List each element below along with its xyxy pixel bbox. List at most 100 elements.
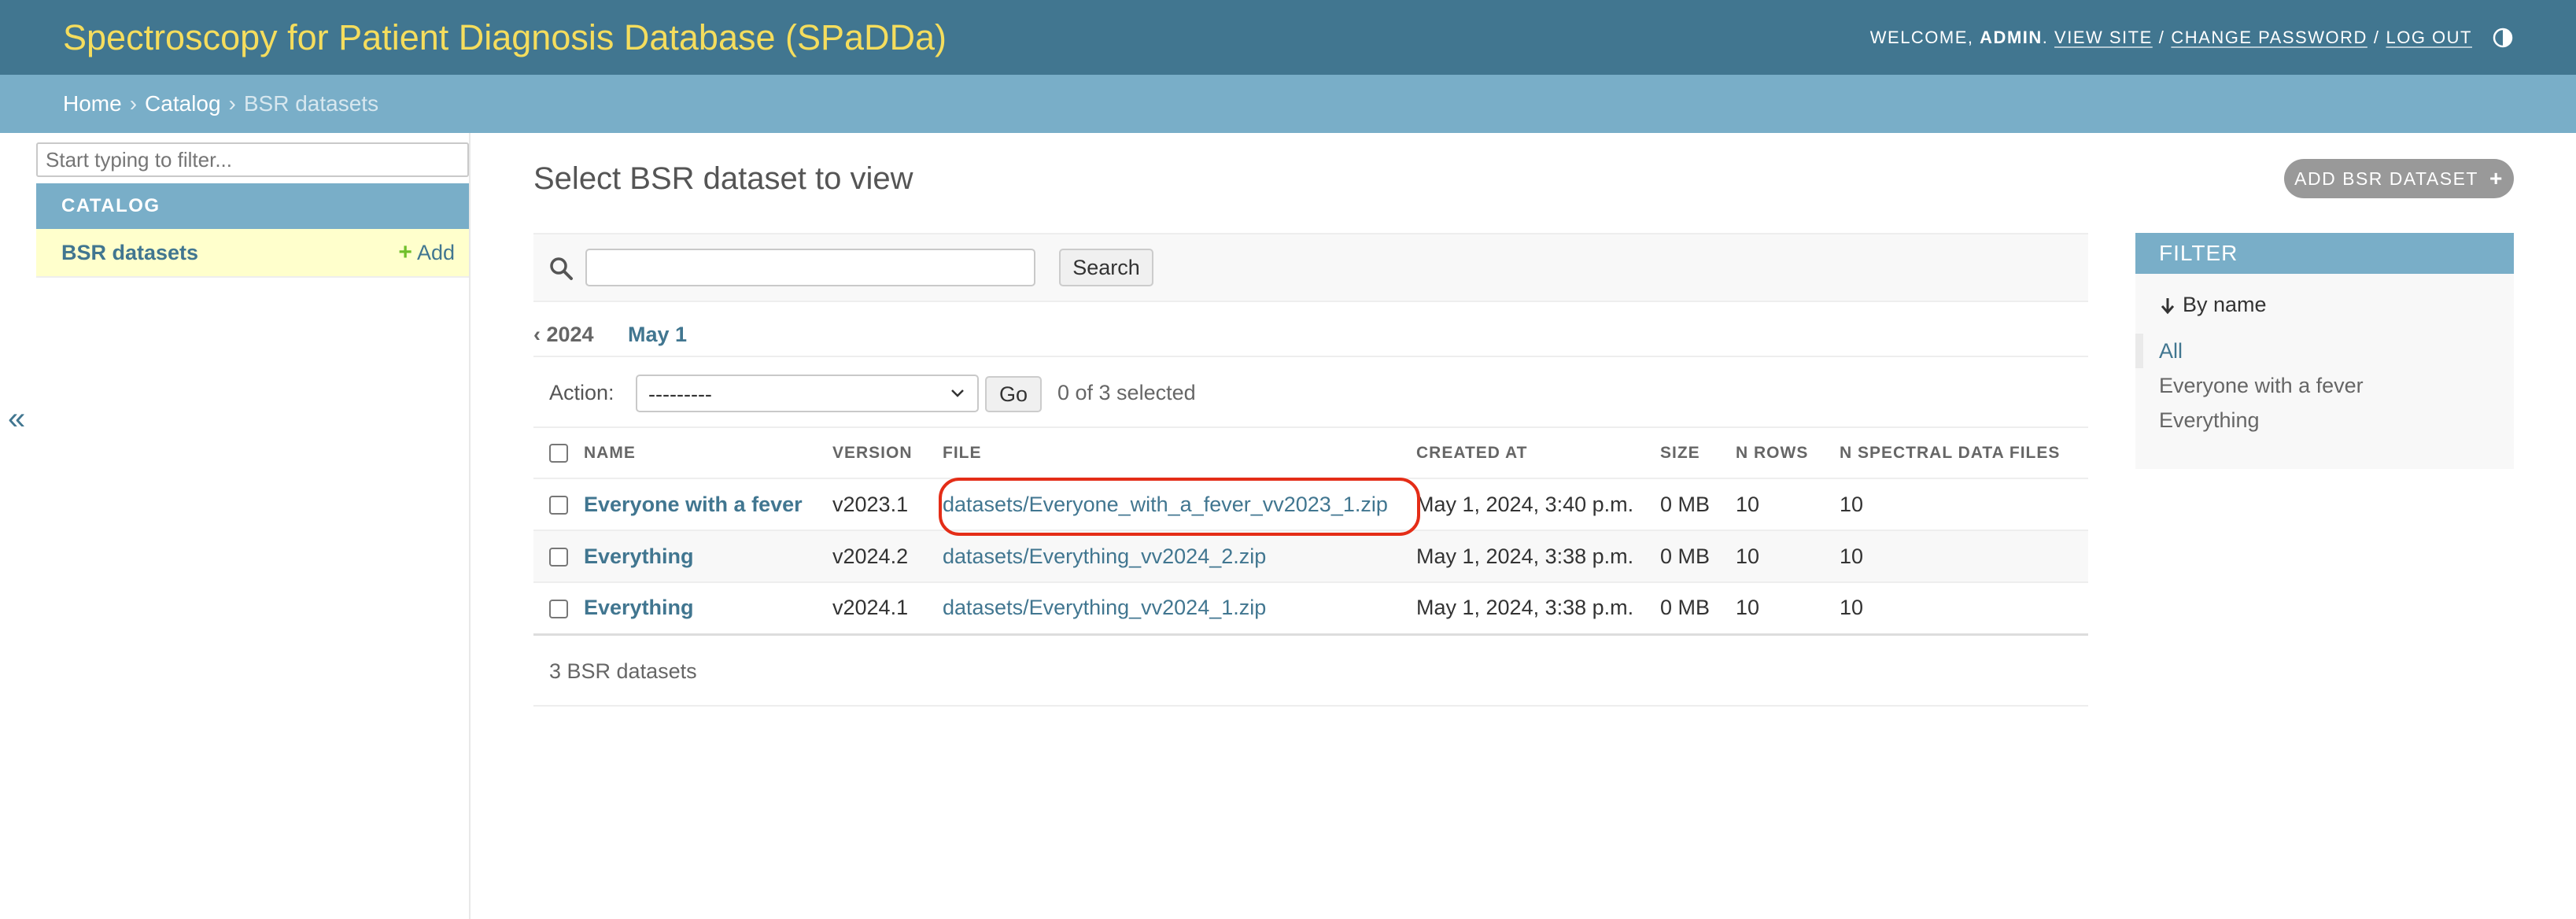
add-bsr-dataset-button[interactable]: Add BSR dataset + — [2284, 159, 2514, 198]
filter-by-name-toggle[interactable]: By name — [2159, 293, 2267, 317]
table-row: Everything v2024.2 datasets/Everything_v… — [533, 530, 2088, 583]
theme-toggle-icon[interactable] — [2493, 28, 2513, 48]
search-toolbar: Search — [533, 233, 2088, 302]
dataset-name-link[interactable]: Everything — [584, 596, 694, 619]
column-header-created-at[interactable]: Created at — [1410, 428, 1654, 479]
row-checkbox[interactable] — [549, 496, 568, 515]
n-rows-cell: 10 — [1729, 478, 1833, 531]
breadcrumb-catalog[interactable]: Catalog — [145, 91, 221, 116]
created-at-cell: May 1, 2024, 3:40 p.m. — [1410, 478, 1654, 531]
welcome-period: . — [2042, 27, 2049, 47]
file-cell: datasets/Everything_vv2024_2.zip — [936, 530, 1410, 583]
user-tools-separator: / — [2373, 27, 2380, 47]
dataset-file-link[interactable]: datasets/Everything_vv2024_1.zip — [943, 596, 1266, 619]
name-cell: Everything — [578, 530, 826, 583]
row-select-cell — [533, 530, 578, 583]
search-button[interactable]: Search — [1059, 249, 1153, 286]
name-cell: Everything — [578, 582, 826, 636]
nav-filter-input[interactable] — [36, 142, 469, 177]
version-cell: v2023.1 — [826, 478, 936, 531]
arrow-down-icon — [2161, 297, 2175, 314]
selection-counter: 0 of 3 selected — [1057, 381, 1196, 404]
dataset-name-link[interactable]: Everyone with a fever — [584, 493, 803, 516]
sidebar-model-link[interactable]: BSR datasets — [61, 241, 198, 265]
dataset-name-link[interactable]: Everything — [584, 544, 694, 568]
date-hierarchy-back-link[interactable]: ‹ 2024 — [533, 323, 594, 347]
size-cell: 0 MB — [1654, 530, 1729, 583]
changelist-filter: FILTER By name All Everyone with a fever… — [2135, 233, 2514, 469]
log-out-link[interactable]: Log out — [2386, 28, 2472, 48]
column-header-name[interactable]: Name — [578, 428, 826, 479]
n-files-cell: 10 — [1833, 582, 2088, 636]
site-header: Spectroscopy for Patient Diagnosis Datab… — [0, 0, 2576, 75]
filter-option-everything[interactable]: Everything — [2135, 403, 2514, 437]
site-name-link[interactable]: Spectroscopy for Patient Diagnosis Datab… — [63, 17, 947, 58]
paginator: 3 BSR datasets — [533, 650, 2088, 707]
sidebar-add-label: Add — [416, 240, 455, 264]
go-button[interactable]: Go — [985, 376, 1042, 412]
plus-icon: + — [2489, 166, 2504, 190]
username: admin — [1980, 27, 2043, 47]
row-select-cell — [533, 582, 578, 636]
search-input[interactable] — [585, 249, 1035, 286]
breadcrumb: Home › Catalog › BSR datasets — [0, 75, 2576, 133]
result-list-table: Name Version File Created at Size N rows… — [533, 428, 2088, 636]
action-label: Action: — [549, 381, 614, 404]
sidebar-add-link[interactable]: + Add — [398, 239, 455, 266]
sidebar-collapse-toggle[interactable]: « — [8, 401, 25, 437]
file-cell: datasets/Everyone_with_a_fever_vv2023_1.… — [936, 478, 1410, 531]
view-site-link[interactable]: View site — [2054, 28, 2153, 48]
date-hierarchy-current[interactable]: May 1 — [628, 323, 687, 347]
action-select-value: --------- — [648, 382, 712, 406]
column-header-n-rows[interactable]: N rows — [1729, 428, 1833, 479]
app-caption-catalog[interactable]: Catalog — [36, 183, 469, 229]
column-header-version[interactable]: Version — [826, 428, 936, 479]
row-select-cell — [533, 478, 578, 531]
file-cell: datasets/Everything_vv2024_1.zip — [936, 582, 1410, 636]
filter-by-name-label: By name — [2183, 293, 2267, 316]
welcome-text: Welcome, — [1869, 27, 1974, 47]
column-header-file[interactable]: File — [936, 428, 1410, 479]
size-cell: 0 MB — [1654, 478, 1729, 531]
date-hierarchy: ‹ 2024 May 1 — [533, 321, 2088, 357]
change-password-link[interactable]: Change password — [2171, 28, 2367, 48]
filter-option-all[interactable]: All — [2135, 334, 2514, 368]
version-cell: v2024.2 — [826, 530, 936, 583]
column-header-n-spectral-data-files[interactable]: N spectral data files — [1833, 428, 2088, 479]
table-header-row: Name Version File Created at Size N rows… — [533, 428, 2088, 479]
actions-bar: Action: --------- Go 0 of 3 selected — [533, 359, 2088, 428]
n-rows-cell: 10 — [1729, 582, 1833, 636]
filter-options-list: All Everyone with a fever Everything — [2135, 334, 2514, 437]
table-row: Everyone with a fever v2023.1 datasets/E… — [533, 478, 2088, 531]
add-button-label: Add BSR dataset — [2294, 168, 2478, 189]
search-icon — [550, 257, 573, 280]
sidebar-item-bsr-datasets: BSR datasets + Add — [36, 229, 469, 278]
table-row: Everything v2024.1 datasets/Everything_v… — [533, 582, 2088, 636]
row-checkbox[interactable] — [549, 600, 568, 619]
breadcrumb-home[interactable]: Home — [63, 91, 122, 116]
action-select[interactable]: --------- — [636, 375, 979, 412]
breadcrumb-separator: › — [228, 91, 236, 116]
name-cell: Everyone with a fever — [578, 478, 826, 531]
user-tools: Welcome, admin. View site / Change passw… — [1870, 28, 2513, 48]
page-title: Select BSR dataset to view — [533, 161, 913, 196]
n-files-cell: 10 — [1833, 530, 2088, 583]
n-files-cell: 10 — [1833, 478, 2088, 531]
column-header-size[interactable]: Size — [1654, 428, 1729, 479]
filter-heading: FILTER — [2135, 233, 2514, 274]
select-all-header — [533, 428, 578, 479]
version-cell: v2024.1 — [826, 582, 936, 636]
n-rows-cell: 10 — [1729, 530, 1833, 583]
plus-icon: + — [398, 239, 412, 265]
select-all-checkbox[interactable] — [549, 443, 568, 463]
dataset-file-link[interactable]: datasets/Everything_vv2024_2.zip — [943, 544, 1266, 568]
filter-option-everyone-with-a-fever[interactable]: Everyone with a fever — [2135, 368, 2514, 403]
chevron-down-icon — [951, 389, 964, 397]
breadcrumb-separator: › — [129, 91, 138, 116]
created-at-cell: May 1, 2024, 3:38 p.m. — [1410, 530, 1654, 583]
row-checkbox[interactable] — [549, 548, 568, 567]
user-tools-separator: / — [2158, 27, 2165, 47]
created-at-cell: May 1, 2024, 3:38 p.m. — [1410, 582, 1654, 636]
size-cell: 0 MB — [1654, 582, 1729, 636]
dataset-file-link[interactable]: datasets/Everyone_with_a_fever_vv2023_1.… — [943, 493, 1388, 516]
